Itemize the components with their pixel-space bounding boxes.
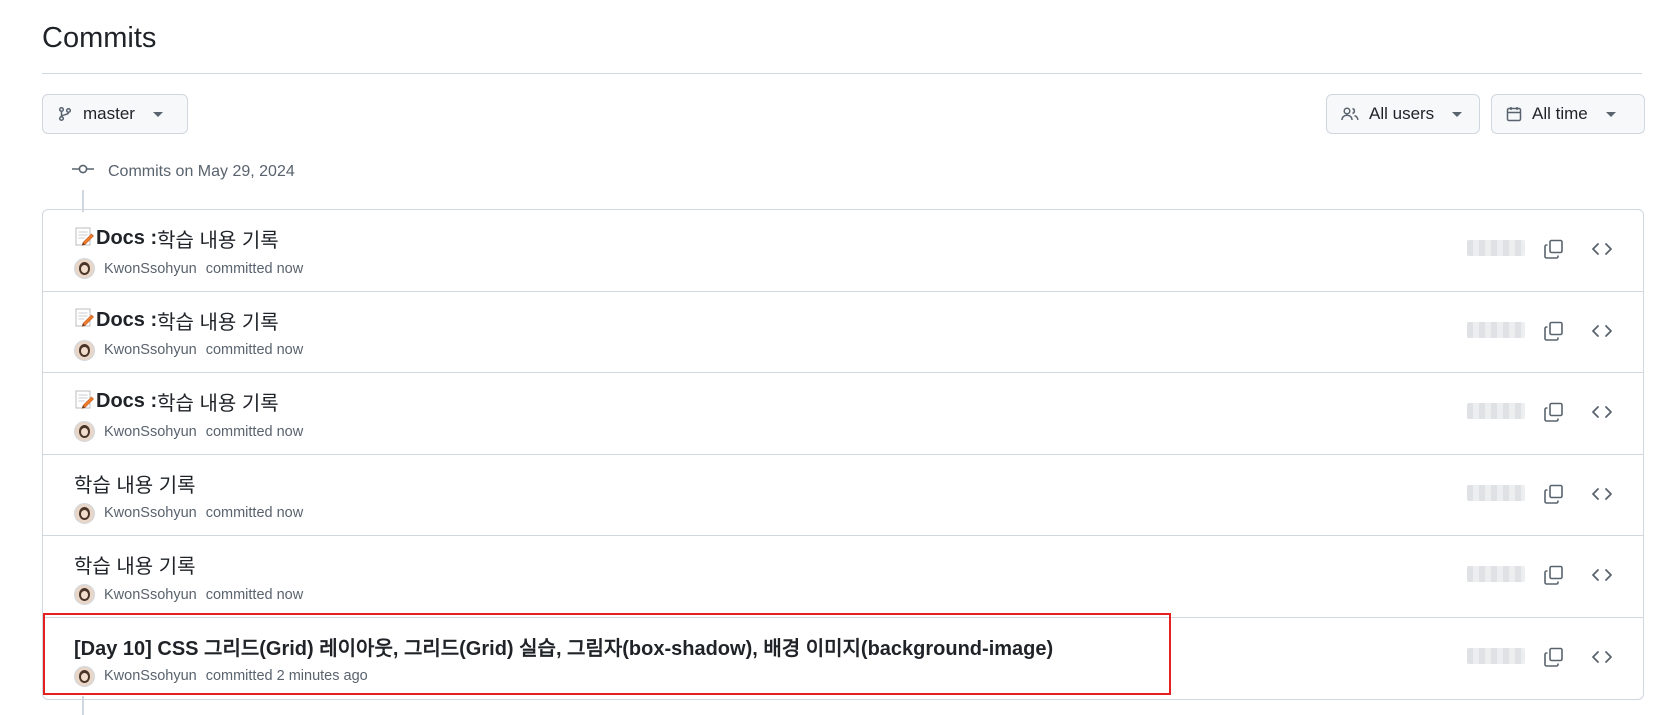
branch-selector-button[interactable]: master	[42, 94, 188, 134]
commit-author[interactable]: KwonSsohyun	[104, 668, 197, 684]
commit-type-prefix: Docs :	[96, 390, 158, 412]
commit-sha-link[interactable]	[1467, 403, 1525, 419]
caret-down-icon	[1452, 111, 1463, 117]
commit-sha-link[interactable]	[1467, 566, 1525, 582]
memo-icon	[74, 389, 96, 415]
commit-meta: KwonSsohyun committed now	[74, 421, 303, 442]
time-label: All time	[1532, 104, 1588, 123]
calendar-icon	[1506, 106, 1522, 122]
commit-time: committed 2 minutes ago	[205, 668, 368, 684]
commit-time: committed now	[205, 586, 304, 603]
caret-down-icon	[152, 111, 163, 117]
git-commit-icon	[72, 162, 94, 181]
caret-down-icon	[1605, 111, 1616, 117]
page-title: Commits	[42, 22, 157, 54]
commit-row[interactable]: 학습 내용 기록 KwonSsohyun committed now	[43, 455, 1643, 536]
avatar[interactable]	[74, 584, 95, 605]
branch-label: master	[83, 104, 135, 123]
memo-icon	[74, 226, 96, 252]
commit-sha-link[interactable]	[1467, 321, 1525, 338]
title-divider	[42, 73, 1642, 74]
commit-author[interactable]: KwonSsohyun	[104, 587, 197, 603]
commit-author[interactable]: KwonSsohyun	[104, 505, 197, 521]
commit-message: 학습 내용 기록	[74, 556, 196, 578]
commit-message: 학습 내용 기록	[157, 393, 279, 415]
commit-meta: KwonSsohyun committed now	[74, 258, 303, 279]
commit-row[interactable]: [Day 10] CSS 그리드(Grid) 레이아웃, 그리드(Grid) 실…	[43, 618, 1643, 700]
commit-author[interactable]: KwonSsohyun	[104, 261, 197, 277]
commit-type-prefix: Docs :	[96, 308, 158, 331]
code-icon[interactable]	[1591, 322, 1613, 345]
copy-icon[interactable]	[1543, 401, 1565, 428]
commit-author[interactable]: KwonSsohyun	[104, 342, 197, 358]
commit-title-link[interactable]: Docs : 학습 내용 기록	[74, 387, 279, 416]
code-icon[interactable]	[1591, 648, 1613, 671]
time-filter-button[interactable]: All time	[1491, 94, 1645, 134]
commit-time: committed now	[205, 423, 304, 440]
copy-icon[interactable]	[1543, 483, 1565, 510]
memo-icon	[74, 307, 96, 333]
commit-author[interactable]: KwonSsohyun	[104, 424, 197, 440]
people-icon	[1341, 106, 1359, 122]
commit-message: 학습 내용 기록	[157, 311, 279, 334]
commit-title-link[interactable]: 학습 내용 기록	[74, 550, 196, 579]
avatar[interactable]	[74, 339, 95, 361]
commit-sha-link[interactable]	[1467, 240, 1525, 256]
code-icon[interactable]	[1591, 485, 1613, 508]
commit-row[interactable]: Docs : 학습 내용 기록 KwonSsohyun committed now	[43, 373, 1643, 455]
code-icon[interactable]	[1591, 403, 1613, 426]
commit-time: committed now	[205, 505, 304, 521]
avatar[interactable]	[74, 258, 95, 279]
commit-title-link[interactable]: [Day 10] CSS 그리드(Grid) 레이아웃, 그리드(Grid) 실…	[74, 632, 1053, 661]
avatar[interactable]	[74, 665, 95, 687]
commit-row[interactable]: Docs : 학습 내용 기록 KwonSsohyun committed now	[43, 210, 1643, 292]
commit-group-label: Commits on May 29, 2024	[108, 162, 295, 180]
commit-title-link[interactable]: 학습 내용 기록	[74, 469, 196, 498]
commit-message: 학습 내용 기록	[157, 230, 279, 252]
commit-meta: KwonSsohyun committed 2 minutes ago	[74, 665, 368, 687]
timeline-line	[82, 696, 84, 715]
code-icon[interactable]	[1591, 240, 1613, 263]
code-icon[interactable]	[1591, 566, 1613, 589]
copy-icon[interactable]	[1543, 320, 1565, 347]
avatar[interactable]	[74, 421, 95, 442]
avatar[interactable]	[74, 502, 95, 524]
copy-icon[interactable]	[1543, 564, 1565, 591]
commit-row[interactable]: 학습 내용 기록 KwonSsohyun committed now	[43, 536, 1643, 618]
commit-message: 학습 내용 기록	[74, 474, 196, 497]
commit-title-link[interactable]: Docs : 학습 내용 기록	[74, 224, 279, 253]
git-branch-icon	[57, 106, 73, 122]
commit-meta: KwonSsohyun committed now	[74, 502, 304, 524]
commit-time: committed now	[205, 342, 304, 358]
commit-row[interactable]: Docs : 학습 내용 기록 KwonSsohyun committed now	[43, 292, 1643, 373]
copy-icon[interactable]	[1543, 238, 1565, 265]
commit-meta: KwonSsohyun committed now	[74, 339, 304, 361]
commit-group-header: Commits on May 29, 2024	[72, 162, 295, 181]
commit-sha-link[interactable]	[1467, 647, 1525, 664]
commit-title-link[interactable]: Docs : 학습 내용 기록	[74, 306, 279, 335]
commit-list: Docs : 학습 내용 기록 KwonSsohyun committed now D…	[42, 209, 1644, 700]
copy-icon[interactable]	[1543, 646, 1565, 673]
users-label: All users	[1369, 104, 1435, 123]
commit-meta: KwonSsohyun committed now	[74, 584, 303, 605]
commit-sha-link[interactable]	[1467, 484, 1525, 501]
users-filter-button[interactable]: All users	[1326, 94, 1480, 134]
commit-type-prefix: Docs :	[96, 227, 158, 249]
commit-time: committed now	[205, 260, 304, 277]
commit-message: [Day 10] CSS 그리드(Grid) 레이아웃, 그리드(Grid) 실…	[74, 637, 1054, 660]
